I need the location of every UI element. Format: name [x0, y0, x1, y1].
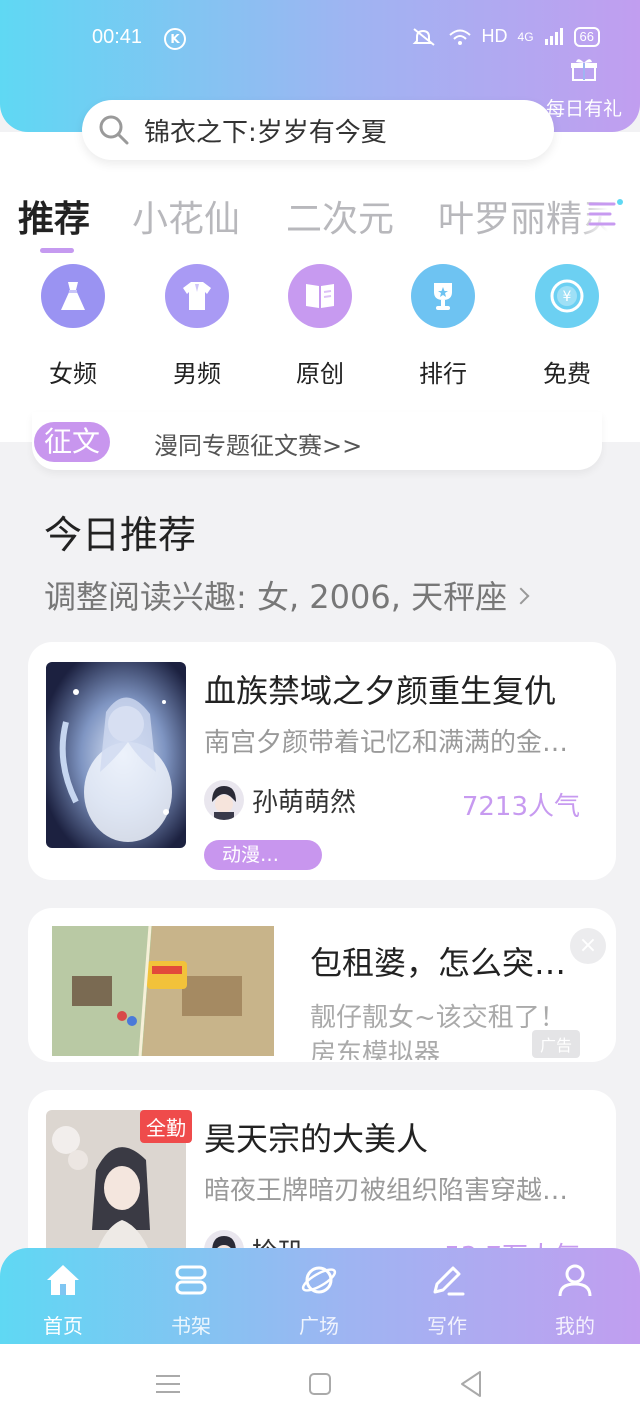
category-label: 免费 — [543, 360, 591, 388]
coin-icon: ¥ — [535, 264, 599, 328]
daily-gift-button[interactable]: 每日有礼 — [546, 58, 622, 121]
ad-image — [52, 926, 274, 1056]
daily-gift-label: 每日有礼 — [545, 98, 622, 120]
category-female[interactable]: 女频 — [28, 264, 118, 389]
k-badge-icon: K — [164, 28, 186, 50]
ad-title: 包租婆，怎么突… — [310, 944, 567, 982]
network-label: HD — [481, 26, 508, 46]
category-label: 排行 — [419, 360, 467, 388]
book-cover — [46, 662, 186, 848]
chevron-right-icon — [512, 587, 530, 605]
bookshelf-icon — [175, 1265, 207, 1295]
bottom-navigation: 首页 书架 广场 写作 我的 — [0, 1248, 640, 1344]
category-male[interactable]: 男频 — [152, 264, 242, 389]
section-title: 今日推荐 — [44, 513, 197, 557]
back-icon[interactable] — [454, 1366, 490, 1402]
category-free[interactable]: ¥ 免费 — [522, 264, 612, 389]
nav-profile[interactable]: 我的 — [530, 1260, 620, 1339]
category-original[interactable]: 原创 — [275, 264, 365, 389]
book-icon — [288, 264, 352, 328]
category-label: 男频 — [173, 360, 221, 388]
book-description: 暗夜王牌暗刃被组织陷害穿越… — [204, 1176, 569, 1206]
full-attendance-badge: 全勤 — [140, 1110, 192, 1143]
nav-write[interactable]: 写作 — [402, 1260, 492, 1339]
tab-erciyuan[interactable]: 二次元 — [286, 190, 394, 242]
nav-bookshelf[interactable]: 书架 — [146, 1260, 236, 1339]
contest-banner[interactable]: 征文 漫同专题征文赛>> — [32, 412, 602, 470]
tab-xiaohuaxian[interactable]: 小花仙 — [132, 190, 240, 242]
reading-interest-link[interactable]: 调整阅读兴趣: 女, 2006, 天秤座 — [44, 572, 530, 618]
category-ranking[interactable]: 排行 — [398, 264, 488, 389]
wifi-icon — [448, 29, 471, 45]
signal-label: 4G — [517, 29, 534, 44]
search-bar[interactable]: 锦衣之下:岁岁有今夏 — [82, 100, 554, 160]
ad-badge: 广告 — [531, 1030, 580, 1058]
home-icon — [47, 1265, 79, 1295]
status-bar: 00:41 K HD 4G 66 — [0, 0, 640, 80]
book-card[interactable]: 血族禁域之夕颜重生复仇 南宫夕颜带着记忆和满满的金… 孙萌萌然 7213人气 动… — [28, 642, 616, 880]
category-tabs: 推荐 小花仙 二次元 叶罗丽精灵 — [0, 190, 640, 250]
tab-menu-button[interactable] — [582, 192, 640, 238]
book-title: 血族禁域之夕颜重生复仇 — [204, 672, 557, 710]
menu-icon — [588, 199, 623, 226]
book-title: 昊天宗的大美人 — [204, 1120, 429, 1158]
reading-interest-text: 调整阅读兴趣: 女, 2006, 天秤座 — [44, 578, 508, 616]
svg-text:¥: ¥ — [563, 289, 572, 305]
nav-home[interactable]: 首页 — [18, 1260, 108, 1339]
tab-recommend[interactable]: 推荐 — [18, 190, 90, 242]
signal-icon — [544, 27, 563, 45]
nav-label: 书架 — [171, 1314, 211, 1338]
dress-icon — [41, 264, 105, 328]
status-icons: HD 4G 66 — [412, 26, 600, 47]
author-row: 孙萌萌然 — [204, 780, 356, 820]
planet-icon — [301, 1266, 337, 1294]
battery-icon: 66 — [573, 26, 600, 47]
genre-tag: 动漫… — [204, 840, 322, 870]
avatar — [204, 780, 244, 820]
status-time: 00:41 — [92, 26, 143, 48]
author-name: 孙萌萌然 — [252, 787, 357, 818]
mute-icon — [412, 27, 435, 46]
nav-label: 写作 — [427, 1314, 467, 1338]
recents-icon[interactable] — [150, 1366, 186, 1402]
contest-badge: 征文 — [34, 422, 111, 462]
trophy-icon — [411, 264, 475, 328]
pen-icon — [433, 1266, 465, 1296]
ad-close-button[interactable]: × — [570, 928, 606, 964]
category-label: 原创 — [296, 360, 344, 388]
category-label: 女频 — [49, 360, 97, 388]
user-icon — [558, 1264, 592, 1297]
ad-card[interactable]: 包租婆，怎么突… 靓仔靓女~该交租了！房东模拟器 × 广告 — [28, 908, 616, 1062]
gift-icon — [570, 59, 597, 81]
nav-label: 首页 — [43, 1314, 83, 1338]
book-description: 南宫夕颜带着记忆和满满的金… — [204, 728, 569, 758]
tab-active-indicator — [40, 248, 74, 253]
shirt-icon — [165, 264, 229, 328]
search-query-text: 锦衣之下:岁岁有今夏 — [144, 117, 387, 148]
popularity-count: 7213人气 — [461, 792, 580, 822]
contest-text: 漫同专题征文赛>> — [154, 432, 363, 460]
search-icon — [99, 115, 129, 145]
system-navigation-bar — [0, 1344, 640, 1422]
home-button-icon[interactable] — [302, 1366, 338, 1402]
nav-plaza[interactable]: 广场 — [274, 1260, 364, 1339]
category-grid: 女频 男频 原创 排行 ¥ 免费 — [0, 264, 640, 394]
nav-label: 我的 — [555, 1314, 595, 1338]
nav-label: 广场 — [299, 1314, 339, 1338]
